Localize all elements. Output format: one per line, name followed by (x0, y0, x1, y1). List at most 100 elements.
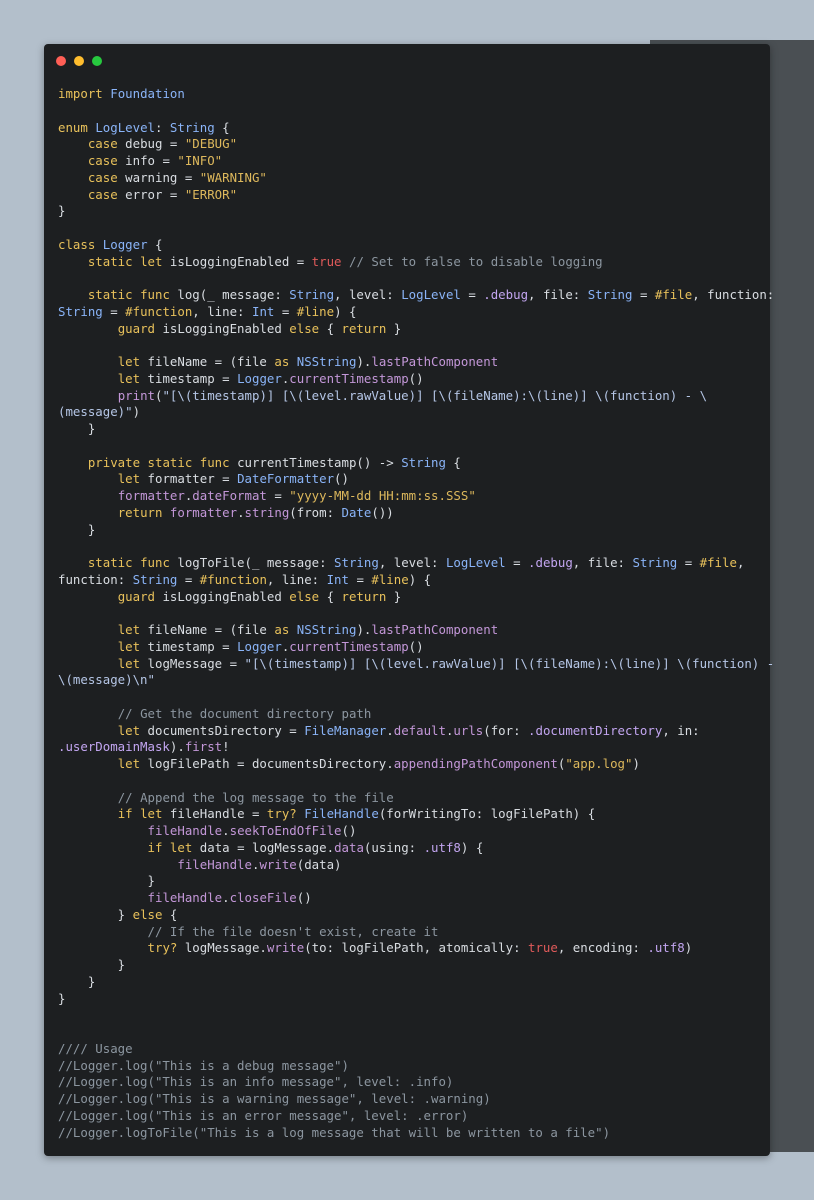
code-token: //// Usage (58, 1040, 133, 1056)
code-token: documentsDirectory = (140, 722, 305, 738)
code-token: ) { (460, 839, 484, 855)
code-token: #function (125, 303, 193, 319)
code-token: try? (147, 940, 178, 956)
code-line: formatter.dateFormat = "yyyy-MM-dd HH:mm… (58, 488, 762, 505)
code-token: static (87, 555, 133, 570)
code-line: class Logger { (58, 237, 762, 254)
code-token: String (58, 303, 103, 319)
code-token: fileName = (file (140, 354, 275, 369)
close-dot-icon[interactable] (56, 56, 66, 66)
code-token: FileManager (304, 722, 387, 738)
code-token: private (87, 454, 141, 470)
code-token: , file: (572, 555, 633, 570)
code-token: "WARNING" (199, 169, 267, 185)
code-token: data (334, 839, 364, 855)
code-line: let timestamp = Logger.currentTimestamp(… (58, 371, 762, 388)
code-token: = (632, 287, 655, 302)
code-token: let (117, 655, 141, 671)
code-token: let (117, 471, 141, 487)
code-line: fileHandle.closeFile() (58, 890, 762, 907)
code-token: () (408, 638, 424, 654)
code-token: } (58, 421, 96, 436)
code-token: String (587, 287, 633, 302)
code-token: ). (356, 354, 372, 369)
code-token: . (386, 722, 394, 738)
code-token: .utf8 (647, 940, 685, 956)
code-token: () (341, 823, 357, 838)
code-token: isLoggingEnabled (155, 588, 290, 604)
code-token: ). (356, 622, 372, 637)
code-token: (message)" (58, 404, 133, 420)
code-line: } (58, 957, 762, 974)
code-line: let fileName = (file as NSString).lastPa… (58, 622, 762, 639)
code-token: DateFormatter (237, 471, 335, 487)
code-token: formatter = (140, 471, 238, 487)
code-token: Date (341, 504, 372, 520)
code-token: #file (699, 555, 737, 570)
minimize-dot-icon[interactable] (74, 56, 84, 66)
code-token: . (222, 823, 230, 838)
code-line: //// Usage (58, 1041, 762, 1058)
window-controls (56, 56, 102, 66)
code-token: currentTimestamp() -> (229, 454, 402, 470)
code-line: guard isLoggingEnabled else { return } (58, 321, 762, 338)
code-token: "[\(timestamp)] [\(level.rawValue)] [\(f… (162, 387, 708, 403)
code-token: timestamp = (140, 638, 238, 654)
code-token: (forWritingTo: logFilePath) { (378, 806, 596, 822)
code-token: else (289, 588, 320, 604)
code-token: //Logger.log("This is a warning message"… (58, 1091, 491, 1106)
code-token: (for: (483, 722, 529, 738)
code-token: String (132, 571, 178, 587)
code-token: , file: (528, 287, 588, 302)
code-token: warning = (117, 169, 200, 185)
code-token: ) { (334, 303, 357, 319)
code-token: ) (684, 940, 693, 956)
code-token: , level: (334, 287, 402, 302)
code-token: Int (251, 303, 275, 319)
code-token: let (117, 722, 141, 738)
code-line: guard isLoggingEnabled else { return } (58, 589, 762, 606)
code-token: , function: (692, 287, 775, 302)
code-token: String (401, 454, 446, 470)
code-line: let logFilePath = documentsDirectory.app… (58, 756, 762, 773)
code-token: fileHandle (147, 890, 223, 905)
code-token: log(_ message: (169, 287, 290, 302)
code-token: case (87, 136, 118, 152)
code-line: \(message)\n" (58, 672, 762, 689)
code-line: import Foundation (58, 86, 762, 103)
code-token: "[\(timestamp)] [\(level.rawValue)] [\(f… (244, 655, 775, 671)
code-line: let formatter = DateFormatter() (58, 471, 762, 488)
code-token: true (311, 253, 342, 269)
code-line: } (58, 991, 762, 1008)
code-token: ). (169, 739, 185, 755)
code-token: LogLevel (401, 287, 461, 302)
code-token: isLoggingEnabled (155, 320, 290, 336)
code-token: .debug (528, 555, 573, 570)
zoom-dot-icon[interactable] (92, 56, 102, 66)
code-token: , in: (662, 722, 700, 738)
code-token: .utf8 (423, 839, 461, 855)
code-token: //Logger.logToFile("This is a log messag… (58, 1124, 611, 1140)
code-token: enum (58, 119, 88, 135)
code-token: logFilePath = documentsDirectory. (140, 756, 394, 771)
code-token: Int (326, 571, 349, 587)
code-token: currentTimestamp (289, 370, 409, 386)
code-token: (using: (363, 839, 424, 855)
code-token: // Append the log message to the file (117, 789, 394, 805)
